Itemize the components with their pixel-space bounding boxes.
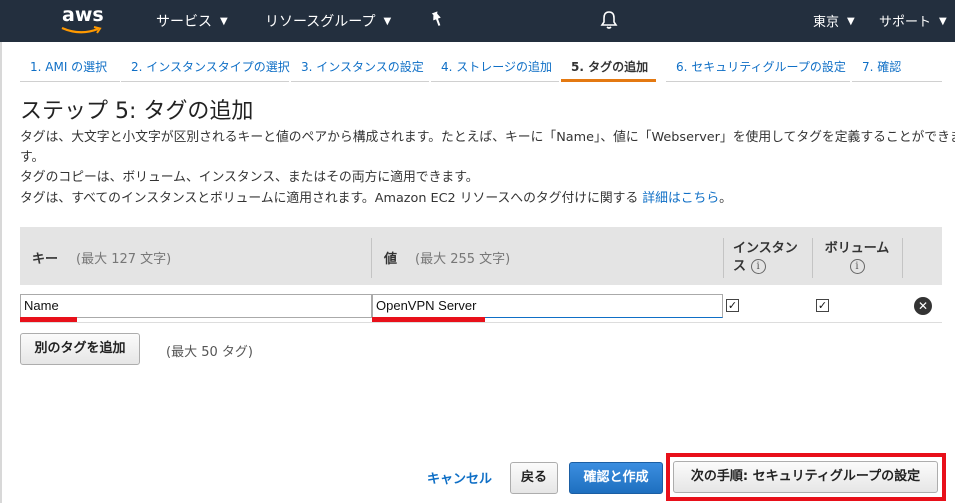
resource-groups-menu[interactable]: リソースグループ ▼ [265, 11, 391, 31]
region-menu[interactable]: 東京 ▼ [813, 11, 855, 30]
step-ami[interactable]: 1. AMI の選択 [20, 54, 120, 82]
pin-icon[interactable] [430, 11, 444, 31]
column-divider [723, 238, 724, 278]
volumes-checkbox[interactable]: ✓ [816, 299, 829, 312]
services-menu[interactable]: サービス ▼ [156, 11, 228, 31]
chevron-down-icon: ▼ [939, 16, 947, 27]
instances-column-header: インスタン ス i [733, 240, 798, 276]
max-tags-note: (最大 50 タグ) [166, 345, 253, 360]
value-column-header: 値 (最大 255 文字) [384, 248, 510, 267]
support-label: サポート [879, 15, 932, 30]
description-line-1: タグは、大文字と小文字が区別されるキーと値のペアから構成されます。たとえば、キー… [20, 130, 955, 145]
info-icon[interactable]: i [849, 259, 865, 274]
add-tag-button[interactable]: 別のタグを追加 [20, 333, 140, 365]
key-header-hint: (最大 127 文字) [76, 252, 172, 267]
wizard-steps: 1. AMI の選択 2. インスタンスタイプの選択 3. インスタンスの設定 … [20, 54, 942, 82]
volumes-header-label: ボリューム [824, 241, 890, 256]
step-label: 1. AMI の選択 [30, 60, 108, 74]
step-instance-type[interactable]: 2. インスタンスタイプの選択 [121, 54, 290, 82]
volumes-column-header: ボリューム i [823, 240, 891, 276]
top-navigation-bar: aws サービス ▼ リソースグループ ▼ 東京 ▼ サポート ▼ [0, 0, 955, 42]
column-divider [902, 238, 903, 278]
instances-header-line-2: ス [733, 259, 747, 274]
aws-logo-text: aws [62, 4, 104, 26]
key-header-label: キー [32, 252, 59, 267]
review-and-launch-button[interactable]: 確認と作成 [569, 462, 663, 494]
step-tags[interactable]: 5. タグの追加 [561, 54, 656, 82]
aws-smile-icon [61, 26, 102, 34]
learn-more-link[interactable]: 詳細はこちら [642, 191, 719, 206]
step-instance-config[interactable]: 3. インスタンスの設定 [291, 54, 429, 82]
left-divider [0, 42, 2, 503]
step-security-group[interactable]: 6. セキュリティグループの設定 [666, 54, 850, 82]
support-menu[interactable]: サポート ▼ [879, 11, 947, 30]
region-label: 東京 [813, 15, 840, 30]
chevron-down-icon: ▼ [383, 16, 392, 27]
step-review[interactable]: 7. 確認 [852, 54, 942, 82]
info-icon[interactable]: i [750, 259, 766, 274]
instances-checkbox[interactable]: ✓ [726, 299, 739, 312]
step-label: 5. タグの追加 [571, 60, 649, 74]
page-title: ステップ 5: タグの追加 [20, 99, 254, 124]
column-divider [812, 238, 813, 278]
description-line-2: タグのコピーは、ボリューム、インスタンス、またはその両方に適用できます。 [20, 170, 479, 185]
step-label: 2. インスタンスタイプの選択 [131, 60, 290, 74]
chevron-down-icon: ▼ [220, 16, 228, 27]
bell-icon[interactable] [600, 10, 618, 34]
tag-value-input[interactable]: OpenVPN Server [372, 294, 723, 318]
annotation-underline [20, 317, 77, 322]
description-suffix: 。 [719, 191, 732, 206]
step-label: 7. 確認 [862, 60, 902, 74]
step-storage[interactable]: 4. ストレージの追加 [431, 54, 559, 82]
description-line-3-text: タグは、すべてのインスタンスとボリュームに適用されます。Amazon EC2 リ… [20, 191, 643, 206]
description-line-1-cont: す。 [20, 150, 45, 165]
cancel-link[interactable]: キャンセル [427, 468, 492, 487]
remove-tag-icon[interactable]: ✕ [914, 297, 932, 315]
instances-header-line-1: インスタン [733, 241, 798, 256]
annotation-underline [372, 317, 485, 322]
value-header-hint: (最大 255 文字) [415, 252, 511, 267]
value-header-label: 値 [384, 252, 398, 267]
services-menu-label: サービス [156, 14, 212, 30]
column-divider [371, 238, 372, 278]
key-column-header: キー (最大 127 文字) [32, 248, 171, 267]
step-label: 6. セキュリティグループの設定 [676, 60, 846, 74]
description-line-3: タグは、すべてのインスタンスとボリュームに適用されます。Amazon EC2 リ… [20, 187, 732, 206]
aws-logo[interactable]: aws [60, 4, 106, 38]
step-label: 4. ストレージの追加 [441, 60, 553, 74]
tag-key-input[interactable]: Name [20, 294, 372, 318]
chevron-down-icon: ▼ [847, 16, 855, 27]
annotation-highlight-box [666, 453, 946, 501]
back-button[interactable]: 戻る [510, 462, 558, 494]
resource-groups-label: リソースグループ [265, 14, 376, 30]
step-label: 3. インスタンスの設定 [301, 60, 424, 74]
